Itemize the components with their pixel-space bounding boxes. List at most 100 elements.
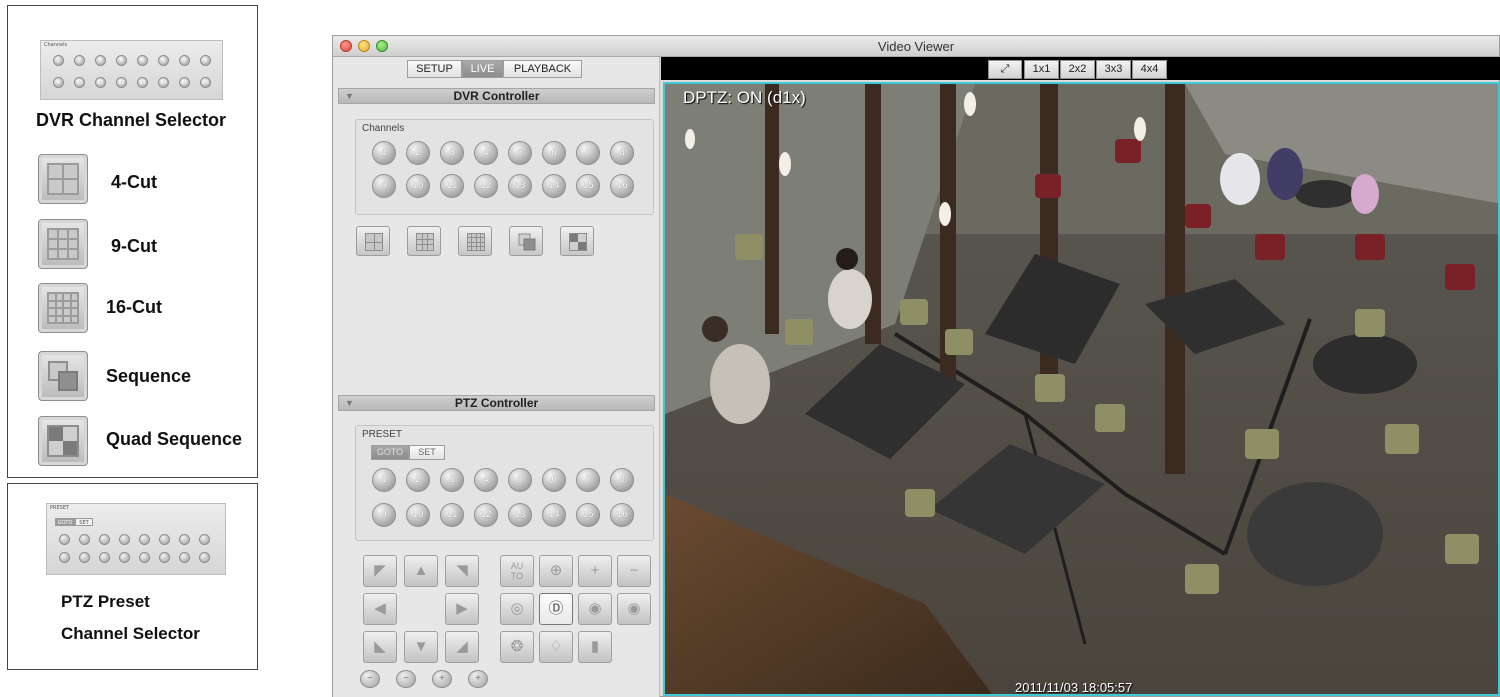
channels-group: Channels 1 2 3 4 5 6 7 8 9 10 11 12 13 14 15 16: [355, 119, 654, 215]
zoom-out-icon: −: [629, 562, 639, 579]
mini-preset-14: [159, 552, 170, 563]
channel-button-7[interactable]: 7: [576, 141, 600, 165]
mini-channel-13: 13: [137, 77, 148, 88]
layout-3x3-button[interactable]: 3x3: [1096, 60, 1131, 79]
grid-3x3-icon: [38, 219, 88, 269]
preset-button-13[interactable]: 13: [508, 503, 532, 527]
preset-caption: PRESET: [50, 505, 70, 511]
channel-button-12[interactable]: 12: [474, 174, 498, 198]
preset-button-14[interactable]: 14: [542, 503, 566, 527]
wiper-button[interactable]: ▮: [578, 631, 612, 663]
arrow-right-button[interactable]: ▶: [445, 593, 479, 625]
channel-button-4[interactable]: 4: [474, 141, 498, 165]
arrow-up-button[interactable]: ▲: [404, 555, 438, 587]
mini-preset-2: [79, 534, 90, 545]
channel-button-16[interactable]: 16: [610, 174, 634, 198]
preset-button-16[interactable]: 16: [610, 503, 634, 527]
preset-button-2[interactable]: 2: [406, 468, 430, 492]
preset-button-3[interactable]: 3: [440, 468, 464, 492]
preset-button-5[interactable]: 5: [508, 468, 532, 492]
arrow-down-left-button[interactable]: ◣: [363, 631, 397, 663]
channel-button-13[interactable]: 13: [508, 174, 532, 198]
collapse-triangle-icon[interactable]: ▼: [345, 89, 354, 103]
light-button[interactable]: ♢: [539, 631, 573, 663]
preset-button-1[interactable]: 1: [372, 468, 396, 492]
goto-button[interactable]: GOTO: [371, 445, 409, 460]
preset-button-6[interactable]: 6: [542, 468, 566, 492]
collapse-triangle-icon[interactable]: ▼: [345, 396, 354, 410]
title-bar[interactable]: Video Viewer: [333, 36, 1499, 57]
arrow-up-left-button[interactable]: ◤: [363, 555, 397, 587]
channel-button-10[interactable]: 10: [406, 174, 430, 198]
channel-button-11[interactable]: 11: [440, 174, 464, 198]
arrow-up-right-button[interactable]: ◥: [445, 555, 479, 587]
preset-button-7[interactable]: 7: [576, 468, 600, 492]
layout-2x2-button[interactable]: 2x2: [1060, 60, 1095, 79]
arrow-up-right-icon: ◥: [456, 562, 468, 579]
mini-channel-12: 12: [116, 77, 127, 88]
small-plus-button-4[interactable]: +: [468, 670, 488, 688]
channel-button-5[interactable]: 5: [508, 141, 532, 165]
mini-preset-5: [139, 534, 150, 545]
arrow-left-button[interactable]: ◀: [363, 593, 397, 625]
grid-3x3-button[interactable]: [407, 226, 441, 256]
small-minus-button-1[interactable]: −: [360, 670, 380, 688]
camera-feed-image: [665, 84, 1498, 694]
tab-live[interactable]: LIVE: [462, 60, 503, 78]
video-display[interactable]: DPTZ: ON (d1x) 2011/11/03 18:05:57: [663, 82, 1500, 696]
small-plus-button-3[interactable]: +: [432, 670, 452, 688]
preset-selector-thumbnail: PRESET GOTO SET: [46, 503, 226, 575]
channel-button-9[interactable]: 9: [372, 174, 396, 198]
tab-playback[interactable]: PLAYBACK: [503, 60, 582, 78]
grid-4x4-icon: [38, 283, 88, 333]
preset-button-15[interactable]: 15: [576, 503, 600, 527]
auto-button[interactable]: AUTO: [500, 555, 534, 587]
iris-open-button[interactable]: ◉: [578, 593, 612, 625]
channel-button-3[interactable]: 3: [440, 141, 464, 165]
dvr-controller-header[interactable]: ▼ DVR Controller: [338, 88, 655, 104]
mini-goto-tab: GOTO: [55, 518, 75, 526]
plus-icon: +: [475, 673, 481, 684]
quad-sequence-button[interactable]: [560, 226, 594, 256]
focus-button[interactable]: ⊕: [539, 555, 573, 587]
preset-button-10[interactable]: 10: [406, 503, 430, 527]
sequence-button[interactable]: [509, 226, 543, 256]
arrow-down-right-button[interactable]: ◢: [445, 631, 479, 663]
iris-close-button[interactable]: ◉: [617, 593, 651, 625]
preset-button-4[interactable]: 4: [474, 468, 498, 492]
layout-1x1-button[interactable]: 1x1: [1024, 60, 1059, 79]
preset-button-11[interactable]: 11: [440, 503, 464, 527]
channel-button-6[interactable]: 6: [542, 141, 566, 165]
ptz-controller-header[interactable]: ▼ PTZ Controller: [338, 395, 655, 411]
set-button[interactable]: SET: [409, 445, 445, 460]
preset-title-line2: Channel Selector: [61, 624, 200, 643]
channel-button-2[interactable]: 2: [406, 141, 430, 165]
channel-button-15[interactable]: 15: [576, 174, 600, 198]
fullscreen-button[interactable]: ⤢: [988, 60, 1022, 79]
layout-4x4-button[interactable]: 4x4: [1132, 60, 1167, 79]
iris-button[interactable]: ◎: [500, 593, 534, 625]
preset-button-12[interactable]: 12: [474, 503, 498, 527]
preset-button-8[interactable]: 8: [610, 468, 634, 492]
dvr-controller-title: DVR Controller: [453, 89, 540, 103]
grid-4x4-button[interactable]: [458, 226, 492, 256]
mini-preset-15: [179, 552, 190, 563]
iris-open-icon: ◉: [588, 600, 602, 617]
channel-button-8[interactable]: 8: [610, 141, 634, 165]
grid-2x2-button[interactable]: [356, 226, 390, 256]
channel-button-14[interactable]: 14: [542, 174, 566, 198]
tab-setup[interactable]: SETUP: [407, 60, 462, 78]
channel-button-1[interactable]: 1: [372, 141, 396, 165]
small-minus-button-2[interactable]: −: [396, 670, 416, 688]
arrow-down-button[interactable]: ▼: [404, 631, 438, 663]
mini-preset-10: [79, 552, 90, 563]
aperture-button[interactable]: ❂: [500, 631, 534, 663]
zoom-out-button[interactable]: −: [617, 555, 651, 587]
legend-label-quad-sequence: Quad Sequence: [106, 429, 243, 449]
dptz-button[interactable]: Ⓓ: [539, 593, 573, 625]
mini-preset-9: [59, 552, 70, 563]
plus-icon: +: [439, 673, 445, 684]
mini-channel-8: 8: [200, 55, 211, 66]
zoom-in-button[interactable]: +: [578, 555, 612, 587]
preset-button-9[interactable]: 9: [372, 503, 396, 527]
